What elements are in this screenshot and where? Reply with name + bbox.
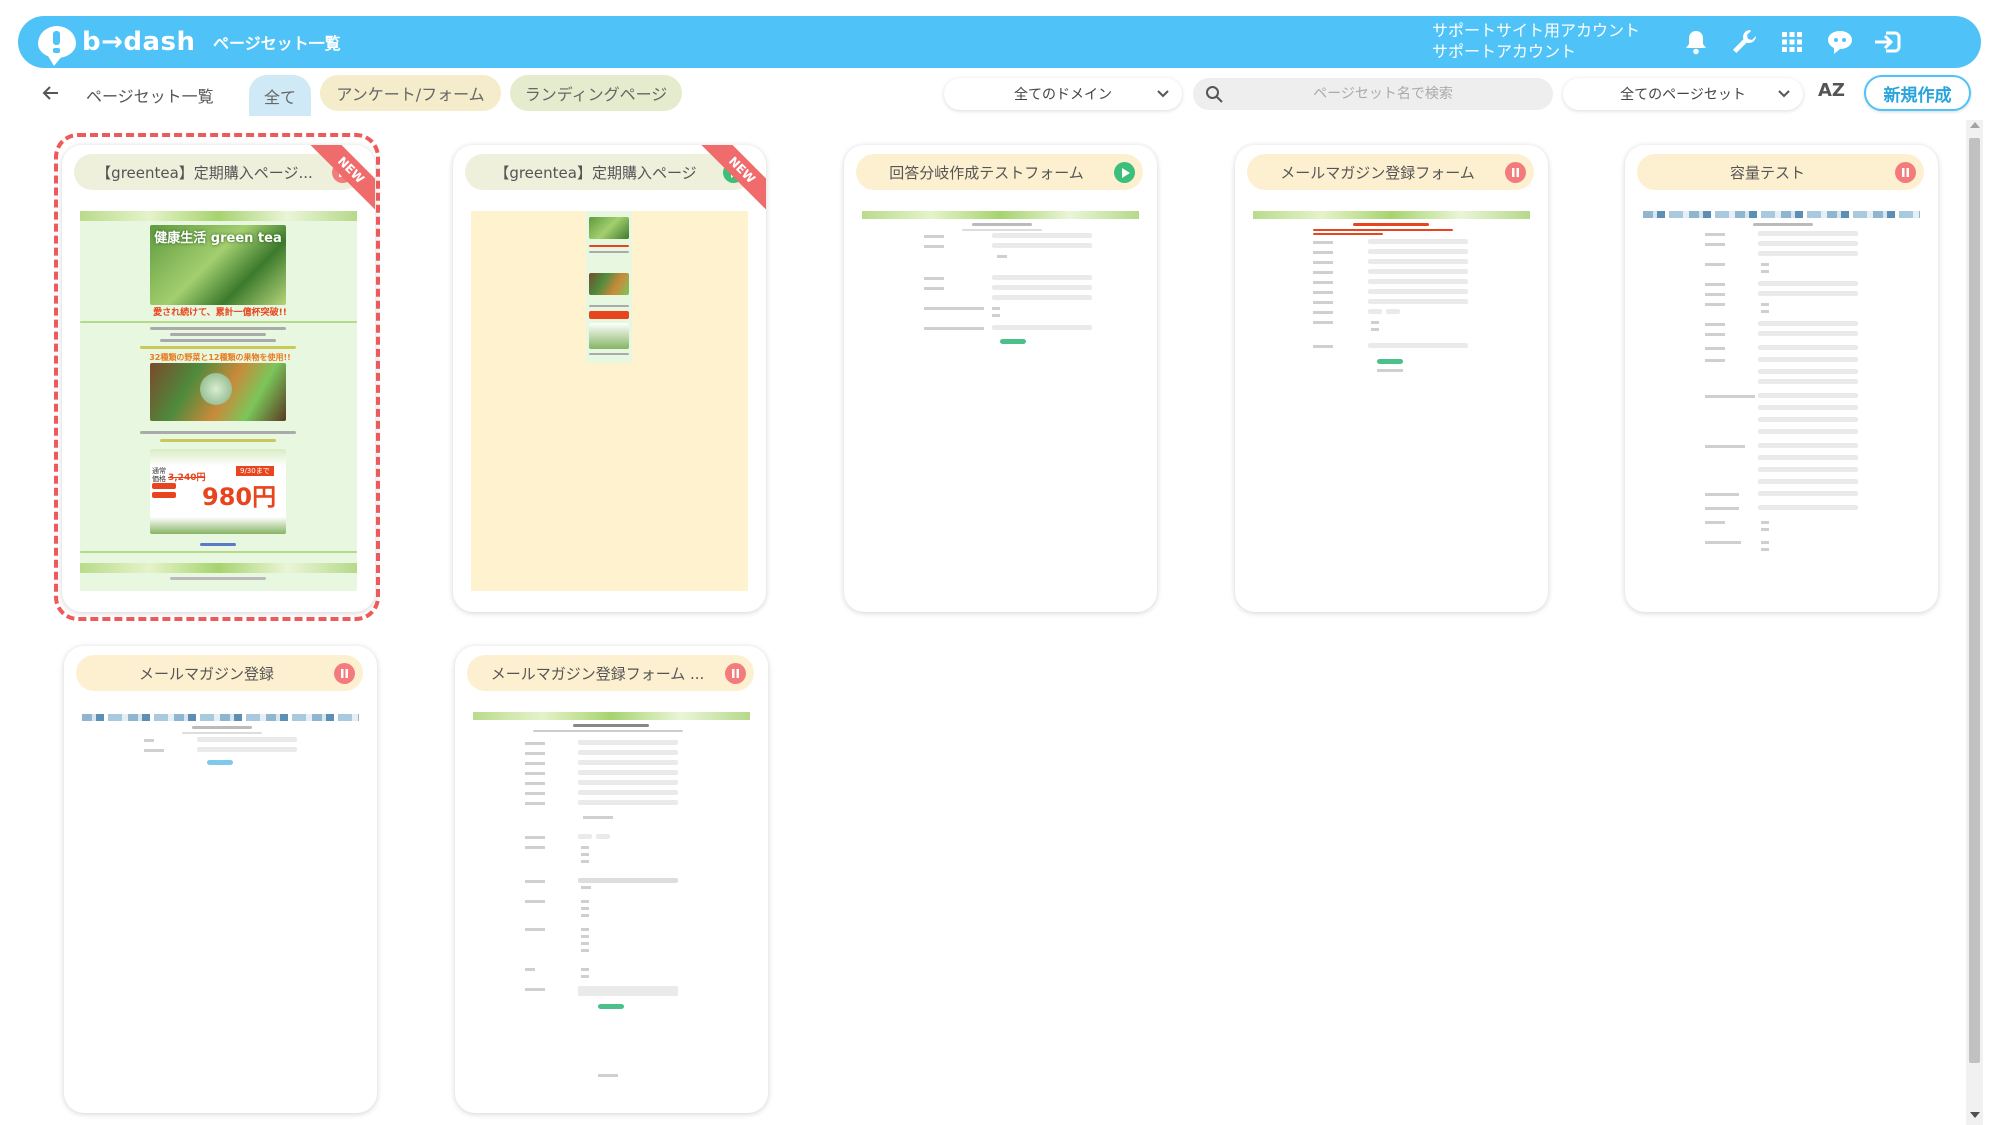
- thumb-price-label: 通常価格: [152, 467, 166, 483]
- play-icon[interactable]: [1114, 162, 1135, 183]
- breadcrumb: ページセット一覧: [86, 87, 214, 106]
- pause-icon[interactable]: [1505, 162, 1526, 183]
- apps-grid-icon[interactable]: [1776, 26, 1808, 58]
- logo-exclamation-icon: [38, 26, 76, 66]
- card-title: 【greentea】定期購入ページ...: [74, 154, 361, 190]
- pageset-card[interactable]: 【greentea】定期購入ページ... NEW 健康生活 green tea …: [62, 145, 375, 612]
- thumb-price: 980円: [202, 483, 277, 511]
- scroll-down-arrow-icon[interactable]: [1970, 1112, 1980, 1118]
- domain-select[interactable]: 全てのドメイン: [944, 78, 1182, 110]
- tab-all[interactable]: 全て: [249, 75, 311, 116]
- page-thumbnail: [1253, 211, 1530, 591]
- scroll-up-arrow-icon[interactable]: [1970, 122, 1980, 128]
- chevron-down-icon: [1157, 90, 1169, 98]
- pageset-card[interactable]: メールマガジン登録フォーム: [1235, 145, 1548, 612]
- pageset-card[interactable]: 容量テスト: [1625, 145, 1938, 612]
- chevron-down-icon: [1778, 90, 1790, 98]
- account-line-1: サポートサイト用アカウント: [1432, 21, 1641, 40]
- logo-text: b→dash: [82, 27, 196, 57]
- thumb-price-old: 3,240円: [168, 473, 206, 483]
- thumb-veg-text: 32種類の野菜と12種類の果物を使用!!: [149, 353, 291, 362]
- top-header-bar: b→dash ページセット一覧 サポートサイト用アカウント サポートアカウント: [18, 16, 1981, 68]
- page-title: ページセット一覧: [213, 34, 341, 53]
- bell-icon[interactable]: [1680, 26, 1712, 58]
- pageset-select[interactable]: 全てのページセット: [1563, 78, 1803, 110]
- back-arrow-icon[interactable]: [40, 82, 62, 104]
- thumb-headline: 健康生活 green tea: [154, 231, 282, 246]
- card-title: メールマガジン登録: [76, 655, 363, 691]
- thumb-badge: 9/30まで: [236, 466, 274, 476]
- tab-survey-form[interactable]: アンケート/フォーム: [320, 75, 501, 111]
- logout-icon[interactable]: [1872, 26, 1904, 58]
- search-box: [1193, 78, 1553, 110]
- scrollbar-thumb[interactable]: [1969, 138, 1980, 1063]
- bdash-logo[interactable]: b→dash: [38, 24, 196, 66]
- page-thumbnail: 健康生活 green tea 愛され続けて、累計一億杯突破!! 32種類の野菜と…: [80, 211, 357, 591]
- chat-robot-icon[interactable]: [1824, 26, 1856, 58]
- tab-landing-page[interactable]: ランディングページ: [510, 75, 682, 111]
- pause-icon[interactable]: [725, 663, 746, 684]
- page-thumbnail: [471, 211, 748, 591]
- pageset-card[interactable]: メールマガジン登録フォーム ...: [455, 646, 768, 1113]
- card-title: 容量テスト: [1637, 154, 1924, 190]
- card-title: メールマガジン登録フォーム ...: [467, 655, 754, 691]
- page-thumbnail: [1643, 211, 1920, 591]
- account-line-2: サポートアカウント: [1432, 42, 1577, 61]
- pageset-card[interactable]: メールマガジン登録: [64, 646, 377, 1113]
- create-new-button[interactable]: 新規作成: [1864, 75, 1971, 111]
- card-title: 【greentea】定期購入ページ: [465, 154, 752, 190]
- domain-select-value: 全てのドメイン: [1014, 87, 1112, 103]
- page-thumbnail: [82, 714, 359, 1094]
- page-thumbnail: [473, 712, 750, 1092]
- wrench-icon[interactable]: [1728, 26, 1760, 58]
- card-title: メールマガジン登録フォーム: [1247, 154, 1534, 190]
- pause-icon[interactable]: [334, 663, 355, 684]
- account-name[interactable]: サポートサイト用アカウント サポートアカウント: [1432, 20, 1640, 62]
- pageset-select-value: 全てのページセット: [1620, 87, 1746, 103]
- card-title: 回答分岐作成テストフォーム: [856, 154, 1143, 190]
- pageset-card[interactable]: 【greentea】定期購入ページ NEW: [453, 145, 766, 612]
- search-icon: [1206, 86, 1223, 103]
- sort-az-button[interactable]: AZ: [1818, 80, 1845, 101]
- search-input[interactable]: [1233, 78, 1533, 110]
- pageset-card[interactable]: 回答分岐作成テストフォーム: [844, 145, 1157, 612]
- thumb-catch: 愛され続けて、累計一億杯突破!!: [153, 308, 287, 318]
- pause-icon[interactable]: [1895, 162, 1916, 183]
- page-thumbnail: [862, 211, 1139, 591]
